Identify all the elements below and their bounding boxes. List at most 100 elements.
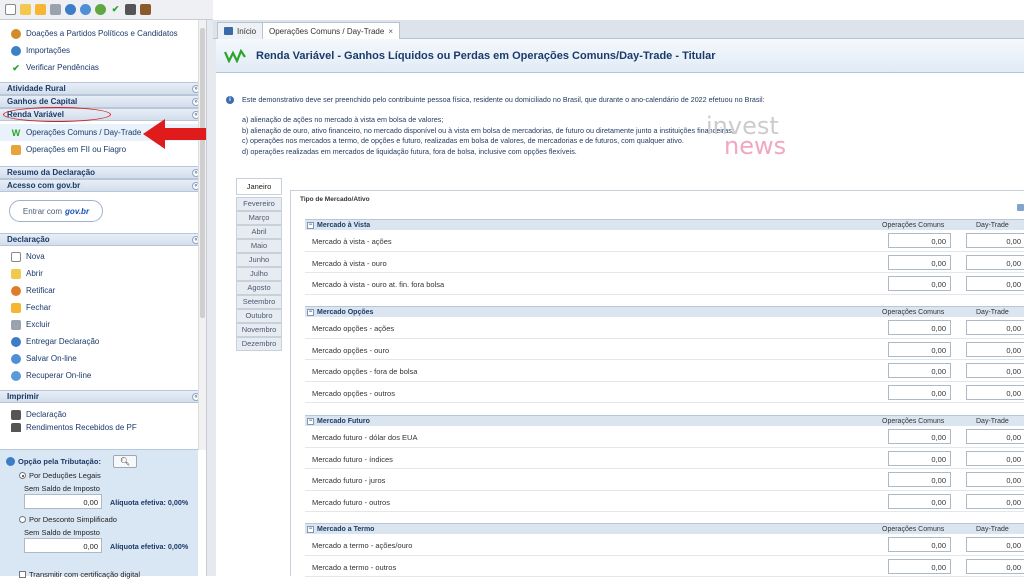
tab-month-1[interactable]: Janeiro	[236, 178, 282, 195]
panel-corner-icon[interactable]	[1017, 204, 1024, 211]
section-label: Acesso com gov.br	[7, 181, 81, 190]
table-row: Mercado opções - outros 0,00 0,00	[305, 382, 1024, 403]
day-trade-input[interactable]: 0,00	[966, 558, 1024, 574]
day-trade-input[interactable]: 0,00	[966, 363, 1024, 378]
day-trade-input[interactable]: 0,00	[966, 276, 1024, 291]
day-trade-input[interactable]: 0,00	[966, 341, 1024, 357]
trash-icon[interactable]	[50, 4, 61, 15]
sidebar-item-recuperar-online[interactable]: Recuperar On-line	[0, 367, 206, 384]
operacoes-comuns-input[interactable]: 0,00	[888, 472, 951, 487]
tab-month-7[interactable]: Julho	[236, 266, 282, 281]
collapse-icon[interactable]: −	[307, 308, 314, 316]
radio-deducoes[interactable]	[19, 472, 26, 479]
info-item-d: d) operações realizadas em mercados de l…	[242, 146, 577, 156]
sidebar-item-retificar[interactable]: Retificar	[0, 282, 206, 299]
section-resumo[interactable]: Resumo da Declaração»	[0, 166, 206, 179]
operacoes-comuns-input[interactable]: 0,00	[888, 254, 951, 270]
day-trade-input[interactable]: 0,00	[966, 472, 1024, 487]
sidebar-item-nova[interactable]: Nova	[0, 248, 206, 265]
collapse-icon[interactable]: −	[307, 221, 314, 229]
tab-month-4[interactable]: Abril	[236, 224, 282, 239]
cloud-download-icon	[11, 370, 21, 381]
day-trade-input[interactable]: 0,00	[966, 320, 1024, 335]
operacoes-comuns-input[interactable]: 0,00	[888, 429, 951, 444]
new-file-icon[interactable]	[5, 4, 16, 15]
sidebar-item-fechar[interactable]: Fechar	[0, 299, 206, 316]
open-folder-icon	[11, 268, 21, 279]
sidebar-item-abrir[interactable]: Abrir	[0, 265, 206, 282]
sidebar-item-importacoes[interactable]: Importações	[0, 42, 206, 59]
sidebar-item-pendencias[interactable]: ✔ Verificar Pendências	[0, 59, 206, 76]
operacoes-comuns-input[interactable]: 0,00	[888, 537, 951, 552]
sidebar-item-doacoes[interactable]: Doações a Partidos Políticos e Candidato…	[0, 25, 206, 42]
tab-label: Início	[237, 26, 257, 36]
operacoes-comuns-input[interactable]: 0,00	[888, 276, 951, 291]
gov-br-login-button[interactable]: Entrar com gov.br	[9, 200, 103, 222]
sidebar-item-rendimentos-pf[interactable]: Rendimentos Recebidos de PF	[0, 423, 206, 432]
search-button[interactable]: 🔍︎	[112, 455, 137, 468]
close-icon[interactable]: ×	[388, 27, 393, 36]
operacoes-comuns-input[interactable]: 0,00	[888, 320, 951, 335]
sidebar-item-entregar[interactable]: Entregar Declaração	[0, 333, 206, 350]
tab-month-8[interactable]: Agosto	[236, 280, 282, 295]
section-declaracao[interactable]: Declaração «	[0, 233, 206, 246]
day-trade-input[interactable]: 0,00	[966, 537, 1024, 552]
day-trade-input[interactable]: 0,00	[966, 384, 1024, 400]
folder-icon[interactable]	[35, 4, 46, 15]
day-trade-input[interactable]: 0,00	[966, 493, 1024, 509]
globe-sync-icon[interactable]	[80, 4, 91, 15]
row-label: Mercado opções - fora de bolsa	[312, 367, 418, 376]
section-atividade-rural[interactable]: Atividade Rural»	[0, 82, 206, 95]
update-icon[interactable]	[95, 4, 106, 15]
tab-operacoes-comuns[interactable]: Operações Comuns / Day-Trade ×	[262, 22, 400, 39]
print-icon[interactable]	[125, 4, 136, 15]
market-group-header[interactable]: − Mercado Opções Operações Comuns Day-Trade	[305, 306, 1024, 317]
operacoes-comuns-input[interactable]: 0,00	[888, 384, 951, 400]
sidebar-item-excluir[interactable]: Excluir	[0, 316, 206, 333]
splitter[interactable]	[206, 20, 216, 576]
globe-icon[interactable]	[65, 4, 76, 15]
operacoes-comuns-input[interactable]: 0,00	[888, 233, 951, 248]
sidebar-item-salvar-online[interactable]: Salvar On-line	[0, 350, 206, 367]
operacoes-comuns-input[interactable]: 0,00	[888, 558, 951, 574]
info-icon: i	[226, 96, 234, 104]
section-acesso-gov[interactable]: Acesso com gov.br «	[0, 179, 206, 192]
operacoes-comuns-input[interactable]: 0,00	[888, 363, 951, 378]
annotation-oval	[3, 107, 111, 122]
day-trade-input[interactable]: 0,00	[966, 233, 1024, 248]
section-ganhos-capital[interactable]: Ganhos de Capital»	[0, 95, 206, 108]
radio-simplificado[interactable]	[19, 516, 26, 523]
check-icon[interactable]: ✔	[110, 4, 121, 15]
tab-month-5[interactable]: Maio	[236, 238, 282, 253]
scrollbar-thumb[interactable]	[200, 28, 205, 318]
tab-month-6[interactable]: Junho	[236, 252, 282, 267]
checkbox-transmitir[interactable]	[19, 571, 26, 578]
book-icon[interactable]	[140, 4, 151, 15]
tab-month-12[interactable]: Dezembro	[236, 336, 282, 351]
collapse-icon[interactable]: −	[307, 525, 314, 533]
operacoes-comuns-input[interactable]: 0,00	[888, 341, 951, 357]
open-folder-icon[interactable]	[20, 4, 31, 15]
collapse-icon[interactable]: −	[307, 417, 314, 425]
tab-month-11[interactable]: Novembro	[236, 322, 282, 337]
tab-month-10[interactable]: Outubro	[236, 308, 282, 323]
tab-inicio[interactable]: Início	[217, 22, 264, 39]
section-imprimir[interactable]: Imprimir «	[0, 390, 206, 403]
tab-month-9[interactable]: Setembro	[236, 294, 282, 309]
home-icon	[224, 27, 233, 35]
operacoes-comuns-input[interactable]: 0,00	[888, 493, 951, 509]
day-trade-input[interactable]: 0,00	[966, 254, 1024, 270]
sidebar-item-imprimir-declaracao[interactable]: Declaração	[0, 406, 206, 423]
day-trade-input[interactable]: 0,00	[966, 450, 1024, 466]
group-title: Mercado a Termo	[317, 525, 375, 533]
market-group-header[interactable]: − Mercado Futuro Operações Comuns Day-Trade	[305, 415, 1024, 426]
tab-month-2[interactable]: Fevereiro	[236, 197, 282, 211]
market-group-header[interactable]: − Mercado a Termo Operações Comuns Day-Trad…	[305, 523, 1024, 534]
day-trade-input[interactable]: 0,00	[966, 429, 1024, 444]
sidebar-scrollbar[interactable]	[198, 20, 206, 450]
operacoes-comuns-input[interactable]: 0,00	[888, 450, 951, 466]
section-label: Imprimir	[7, 392, 40, 401]
opt2-label: Por Desconto Simplificado	[29, 515, 117, 524]
tab-month-3[interactable]: Março	[236, 210, 282, 225]
market-group-header[interactable]: − Mercado à Vista Operações Comuns Day-Trad…	[305, 219, 1024, 230]
